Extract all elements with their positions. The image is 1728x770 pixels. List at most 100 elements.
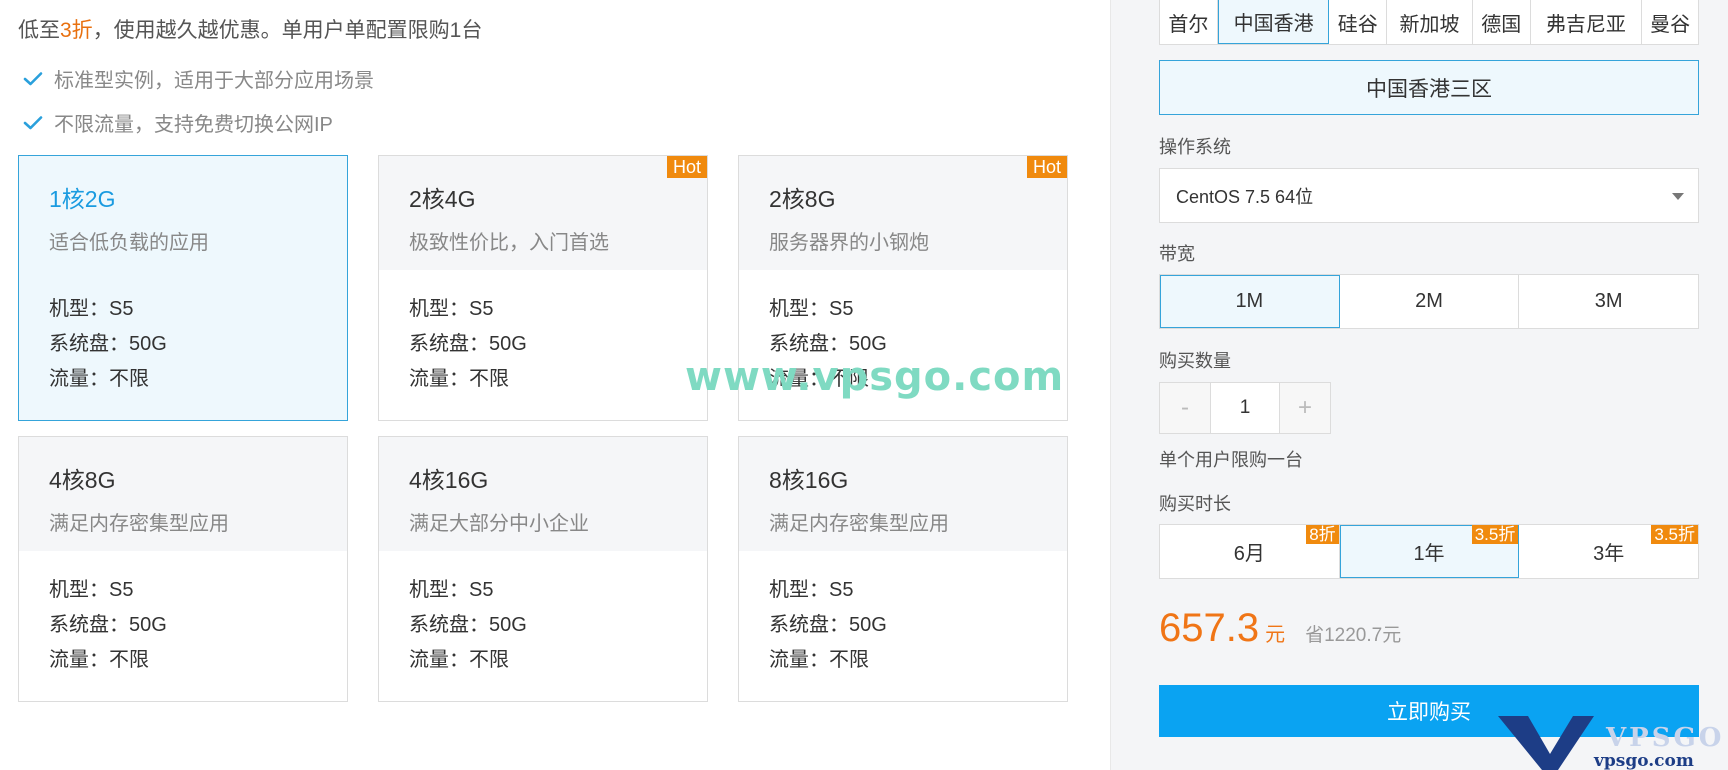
feature-text: 不限流量，支持免费切换公网IP	[54, 114, 333, 136]
os-value: CentOS 7.5 64位	[1176, 186, 1314, 207]
plan-card-4c16g[interactable]: 4核16G 满足大部分中小企业 机型：S5 系统盘：50G 流量：不限	[378, 436, 708, 702]
logo-url: vpsgo.com	[1593, 751, 1694, 770]
zone-option-hongkong-3[interactable]: 中国香港三区	[1159, 60, 1699, 115]
spec-model: 机型：S5	[49, 298, 134, 320]
promo-text: 低至3折，使用越久越优惠。单用户单配置限购1台	[18, 14, 482, 44]
price-amount: 657.3	[1159, 606, 1260, 650]
spec-traffic: 流量：不限	[49, 368, 149, 390]
feature-text: 标准型实例，适用于大部分应用场景	[54, 70, 374, 92]
discount-badge: 3.5折	[1471, 525, 1519, 544]
spec-traffic: 流量：不限	[409, 368, 509, 390]
hot-badge: Hot	[1026, 156, 1067, 178]
plan-specs: 机型：S5 系统盘：50G 流量：不限	[19, 551, 347, 678]
bandwidth-option-1m[interactable]: 1M	[1160, 275, 1340, 328]
quantity-label: 购买数量	[1159, 351, 1231, 371]
logo-wordmark: VPSGO	[1605, 723, 1724, 753]
plan-desc: 服务器界的小钢炮	[769, 232, 929, 254]
discount-badge: 8折	[1306, 525, 1339, 544]
plan-area: 低至3折，使用越久越优惠。单用户单配置限购1台 标准型实例，适用于大部分应用场景…	[0, 0, 1110, 770]
spec-disk: 系统盘：50G	[49, 614, 167, 636]
region-tab-germany[interactable]: 德国	[1473, 0, 1531, 44]
savings-text: 省1220.7元	[1305, 625, 1402, 646]
spec-disk: 系统盘：50G	[769, 333, 887, 355]
plan-specs: 机型：S5 系统盘：50G 流量：不限	[379, 551, 707, 678]
plan-specs: 机型：S5 系统盘：50G 流量：不限	[19, 270, 347, 397]
plan-card-header: 4核8G 满足内存密集型应用	[19, 437, 347, 551]
plan-card-8c16g[interactable]: 8核16G 满足内存密集型应用 机型：S5 系统盘：50G 流量：不限	[738, 436, 1068, 702]
price-summary: 657.3 元 省1220.7元	[1159, 606, 1401, 651]
bandwidth-label: 带宽	[1159, 244, 1195, 264]
plan-card-header: 1核2G 适合低负载的应用	[19, 156, 347, 270]
duration-label: 购买时长	[1159, 494, 1231, 514]
os-label: 操作系统	[1159, 137, 1231, 157]
plan-specs: 机型：S5 系统盘：50G 流量：不限	[739, 551, 1067, 678]
spec-model: 机型：S5	[769, 298, 854, 320]
region-tab-singapore[interactable]: 新加坡	[1387, 0, 1473, 44]
price-unit: 元	[1265, 624, 1286, 646]
config-panel: 首尔 中国香港 硅谷 新加坡 德国 弗吉尼亚 曼谷 中国香港三区 操作系统 Ce…	[1110, 0, 1728, 770]
os-select[interactable]: CentOS 7.5 64位	[1159, 168, 1699, 223]
plan-name: 4核8G	[49, 467, 116, 493]
duration-text: 3年	[1593, 543, 1625, 565]
spec-traffic: 流量：不限	[769, 368, 869, 390]
promo-prefix: 低至	[18, 19, 60, 42]
plan-card-4c8g[interactable]: 4核8G 满足内存密集型应用 机型：S5 系统盘：50G 流量：不限	[18, 436, 348, 702]
spec-model: 机型：S5	[409, 298, 494, 320]
duration-text: 6月	[1233, 543, 1265, 565]
spec-disk: 系统盘：50G	[409, 614, 527, 636]
purchase-limit-note: 单个用户限购一台	[1159, 450, 1303, 470]
plan-card-header: 2核8G 服务器界的小钢炮	[739, 156, 1067, 270]
spec-model: 机型：S5	[409, 579, 494, 601]
duration-option-3y[interactable]: 3年 3.5折	[1519, 525, 1699, 578]
plan-specs: 机型：S5 系统盘：50G 流量：不限	[739, 270, 1067, 397]
plan-desc: 极致性价比，入门首选	[409, 232, 609, 254]
plan-desc: 适合低负载的应用	[49, 232, 209, 254]
quantity-input[interactable]: 1	[1210, 383, 1280, 433]
region-tab-hongkong[interactable]: 中国香港	[1217, 0, 1330, 44]
duration-options: 6月 8折 1年 3.5折 3年 3.5折	[1159, 524, 1699, 579]
spec-disk: 系统盘：50G	[409, 333, 527, 355]
spec-traffic: 流量：不限	[49, 649, 149, 671]
plan-name: 1核2G	[49, 186, 116, 212]
spec-disk: 系统盘：50G	[49, 333, 167, 355]
plan-card-2c8g[interactable]: Hot 2核8G 服务器界的小钢炮 机型：S5 系统盘：50G 流量：不限	[738, 155, 1068, 421]
discount-badge: 3.5折	[1651, 525, 1699, 544]
plan-card-1c2g[interactable]: 1核2G 适合低负载的应用 机型：S5 系统盘：50G 流量：不限	[18, 155, 348, 421]
check-icon	[20, 110, 46, 136]
spec-traffic: 流量：不限	[769, 649, 869, 671]
feature-item: 不限流量，支持免费切换公网IP	[20, 108, 333, 137]
hot-badge: Hot	[666, 156, 707, 178]
increment-button[interactable]: +	[1280, 383, 1330, 433]
spec-traffic: 流量：不限	[409, 649, 509, 671]
region-tab-silicon-valley[interactable]: 硅谷	[1329, 0, 1388, 44]
spec-model: 机型：S5	[769, 579, 854, 601]
bandwidth-option-2m[interactable]: 2M	[1340, 275, 1520, 328]
plan-card-header: 4核16G 满足大部分中小企业	[379, 437, 707, 551]
plan-desc: 满足内存密集型应用	[769, 513, 949, 535]
region-tab-bangkok[interactable]: 曼谷	[1642, 0, 1698, 44]
plan-desc: 满足内存密集型应用	[49, 513, 229, 535]
vpsgo-logo: VPSGO vpsgo.com	[1498, 716, 1724, 770]
duration-option-6m[interactable]: 6月 8折	[1160, 525, 1340, 578]
region-tab-seoul[interactable]: 首尔	[1160, 0, 1218, 44]
check-icon	[20, 66, 46, 92]
plan-card-header: 2核4G 极致性价比，入门首选	[379, 156, 707, 270]
region-tab-virginia[interactable]: 弗吉尼亚	[1531, 0, 1643, 44]
bandwidth-option-3m[interactable]: 3M	[1519, 275, 1698, 328]
plan-name: 2核4G	[409, 186, 476, 212]
promo-discount: 3折	[60, 19, 93, 42]
plan-specs: 机型：S5 系统盘：50G 流量：不限	[379, 270, 707, 397]
plan-desc: 满足大部分中小企业	[409, 513, 589, 535]
plan-card-header: 8核16G 满足内存密集型应用	[739, 437, 1067, 551]
duration-option-1y[interactable]: 1年 3.5折	[1339, 525, 1520, 578]
spec-disk: 系统盘：50G	[769, 614, 887, 636]
bandwidth-options: 1M 2M 3M	[1159, 274, 1699, 329]
region-tabs: 首尔 中国香港 硅谷 新加坡 德国 弗吉尼亚 曼谷	[1159, 0, 1699, 45]
chevron-down-icon	[1672, 193, 1684, 200]
decrement-button[interactable]: -	[1160, 383, 1210, 433]
spec-model: 机型：S5	[49, 579, 134, 601]
plan-card-2c4g[interactable]: Hot 2核4G 极致性价比，入门首选 机型：S5 系统盘：50G 流量：不限	[378, 155, 708, 421]
promo-suffix: ，使用越久越优惠。单用户单配置限购1台	[92, 19, 483, 42]
plan-name: 2核8G	[769, 186, 836, 212]
plan-name: 4核16G	[409, 467, 489, 493]
